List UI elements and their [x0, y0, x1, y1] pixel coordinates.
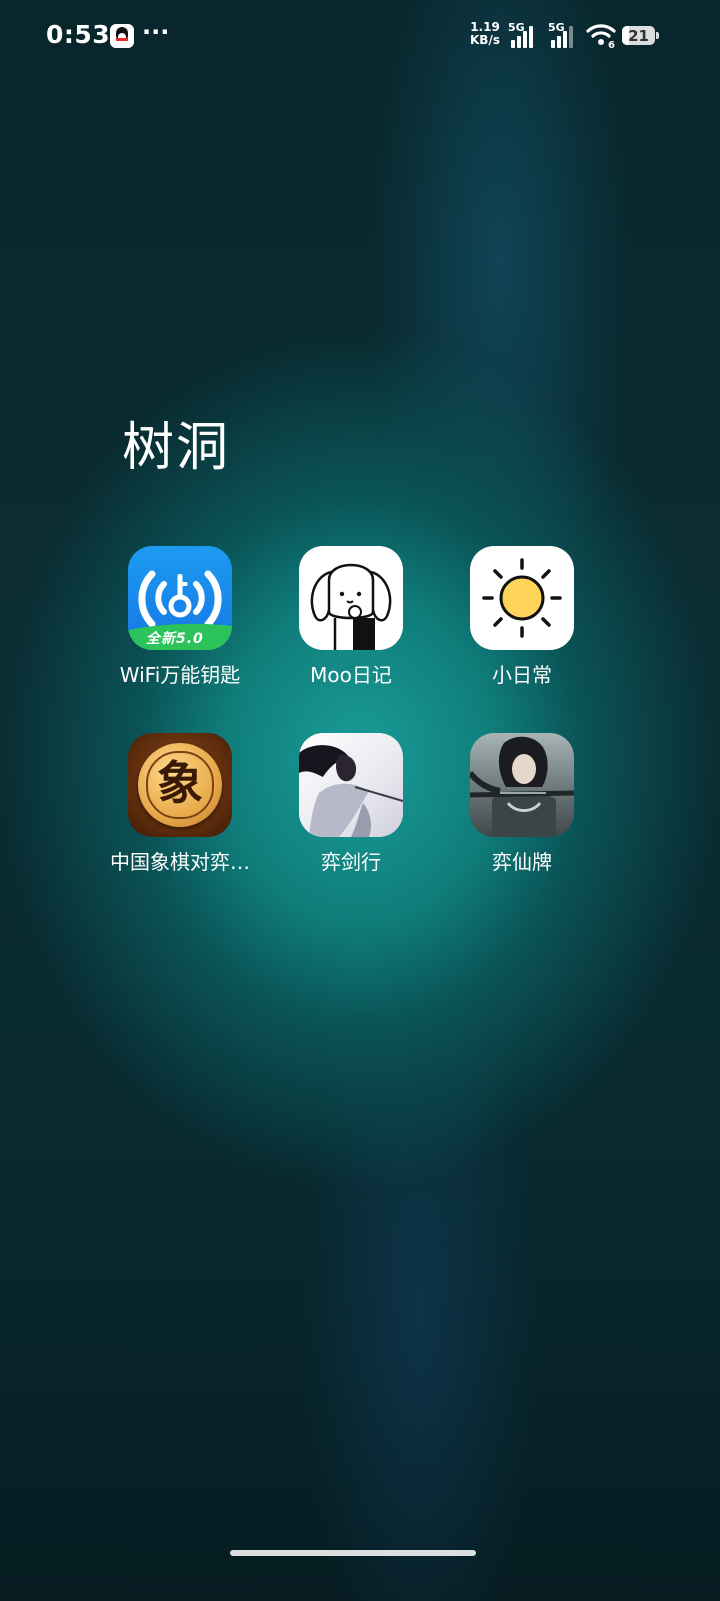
wifi-icon: 6 [586, 22, 616, 51]
battery-level: 21 [628, 27, 649, 45]
yixianpai-icon [470, 733, 574, 837]
moo-diary-icon [299, 546, 403, 650]
app-label: Moo日记 [310, 663, 392, 687]
app-xiao-richang[interactable]: 小日常 [437, 546, 607, 688]
folder-title[interactable]: 树洞 [122, 405, 230, 480]
signal-sim2-icon: 5G [548, 21, 578, 48]
app-label: 弈剑行 [321, 850, 381, 874]
app-label: WiFi万能钥匙 [119, 663, 241, 687]
yijianxing-icon [299, 733, 403, 837]
sun-icon [470, 546, 574, 650]
app-wifi-key[interactable]: 全新5.0 WiFi万能钥匙 [95, 546, 265, 688]
app-moo-diary[interactable]: Moo日记 [266, 546, 436, 688]
app-label: 小日常 [492, 663, 552, 687]
more-notifications-icon: ··· [142, 18, 170, 46]
signal-sim1-icon: 5G [508, 21, 538, 48]
app-label: 弈仙牌 [492, 850, 552, 874]
svg-text:6: 6 [608, 40, 615, 48]
qq-notification-icon [110, 24, 134, 48]
chess-piece-glyph: 象 [157, 756, 203, 810]
wifi-key-icon: 全新5.0 [128, 546, 232, 650]
wifi-key-badge: 全新5.0 [146, 631, 204, 647]
chinese-chess-icon: 象 [128, 733, 232, 837]
home-indicator[interactable] [230, 1550, 476, 1556]
app-yijianxing[interactable]: 弈剑行 [266, 733, 436, 875]
network-speed: 1.19 KB/s [470, 20, 500, 47]
battery-icon: 21 [622, 26, 659, 45]
app-yixianpai[interactable]: 弈仙牌 [437, 733, 607, 875]
app-chinese-chess[interactable]: 象 中国象棋对弈… [95, 733, 265, 875]
status-bar: 0:53 ··· 1.19 KB/s 5G 5G 6 21 [0, 0, 720, 72]
clock: 0:53 [46, 20, 111, 49]
app-label: 中国象棋对弈… [110, 850, 250, 874]
